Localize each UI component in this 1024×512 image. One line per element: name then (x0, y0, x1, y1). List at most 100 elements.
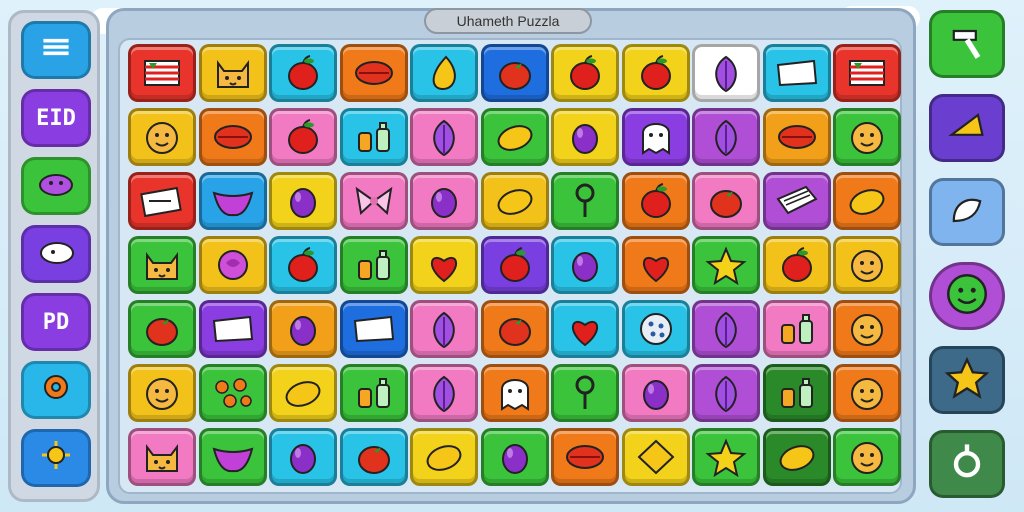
board-tile-face[interactable] (833, 300, 901, 358)
cheese-button[interactable] (929, 94, 1005, 162)
board-tile-tomato[interactable] (480, 300, 549, 358)
heart-icon (572, 320, 598, 347)
board-tile-feather[interactable] (692, 300, 760, 358)
leaf-icon (213, 125, 252, 149)
board-tile-leaf[interactable] (762, 108, 831, 166)
board-tile-apple[interactable] (269, 44, 337, 102)
board-tile-heart[interactable] (621, 236, 690, 294)
board-tile-plum[interactable] (551, 236, 619, 294)
settings-button[interactable] (21, 361, 91, 419)
board-tile-lemon[interactable] (833, 172, 901, 230)
ghost-button[interactable] (929, 178, 1005, 246)
board-tile-star[interactable] (692, 428, 760, 486)
board-tile-tomato[interactable] (692, 172, 760, 230)
board-tile-lemon[interactable] (269, 364, 337, 422)
board-tile-face[interactable] (833, 236, 901, 294)
board-tile-tomato[interactable] (128, 300, 196, 358)
board-tile-card[interactable] (128, 172, 196, 230)
board-tile-paper[interactable] (198, 300, 267, 358)
flag-icon (849, 60, 885, 86)
board-tile-apple[interactable] (269, 108, 337, 166)
board-tile-boat[interactable] (198, 172, 267, 230)
board-tile-feather[interactable] (410, 364, 478, 422)
board-tile-feather[interactable] (692, 108, 760, 166)
board-tile-key[interactable] (551, 172, 619, 230)
eid-button[interactable]: EID (21, 89, 91, 147)
board-tile-paper[interactable] (339, 300, 408, 358)
board-tile-key[interactable] (551, 364, 619, 422)
board-tile-plum[interactable] (621, 364, 690, 422)
board-tile-boat[interactable] (198, 428, 267, 486)
bottle-icon (780, 378, 813, 408)
board-tile-face[interactable] (128, 108, 196, 166)
board-tile-paper[interactable] (762, 44, 831, 102)
board-tile-star[interactable] (692, 236, 760, 294)
board-tile-plum[interactable] (269, 300, 337, 358)
board-tile-lemon[interactable] (480, 172, 549, 230)
board-tile-lemon[interactable] (480, 108, 549, 166)
board-tile-bottle[interactable] (339, 364, 408, 422)
board-tile-plum[interactable] (269, 428, 337, 486)
board-tile-bottle[interactable] (762, 364, 831, 422)
board-tile-bow[interactable] (339, 172, 408, 230)
sun-button[interactable] (21, 429, 91, 487)
board-tile-leaf[interactable] (339, 44, 408, 102)
key-icon (575, 375, 595, 409)
board-tile-feather[interactable] (692, 364, 760, 422)
lemon-icon (285, 381, 321, 407)
card-icon (140, 186, 182, 218)
board-tile-flag[interactable] (128, 44, 196, 102)
ring-icon (945, 440, 989, 488)
board-tile-lemon[interactable] (762, 428, 831, 486)
board-tile-rose[interactable] (198, 236, 267, 294)
board-tile-plum[interactable] (551, 108, 619, 166)
board-tile-heart[interactable] (551, 300, 619, 358)
board-tile-feather[interactable] (410, 108, 478, 166)
board-tile-flag[interactable] (833, 44, 901, 102)
pd-button-label: PD (42, 309, 70, 335)
board-tile-face[interactable] (833, 428, 901, 486)
board-tile-bottle[interactable] (762, 300, 831, 358)
board-tile-tomato[interactable] (339, 428, 408, 486)
board-tile-lemon[interactable] (410, 428, 478, 486)
board-tile-plum[interactable] (410, 172, 478, 230)
board-tile-cat[interactable] (198, 44, 267, 102)
menu-button[interactable] (21, 21, 91, 79)
board-tile-ghost[interactable] (621, 108, 690, 166)
board-tile-feather[interactable] (692, 44, 760, 102)
board-tile-dots[interactable] (621, 300, 690, 358)
board-tile-bottle[interactable] (339, 236, 408, 294)
board-tile-face[interactable] (128, 364, 196, 422)
board-tile-apple[interactable] (269, 236, 337, 294)
board-tile-drop[interactable] (410, 44, 478, 102)
pd-button[interactable]: PD (21, 293, 91, 351)
board-tile-apple[interactable] (621, 44, 690, 102)
ring-button[interactable] (929, 430, 1005, 498)
board-tile-face[interactable] (833, 108, 901, 166)
monster-button[interactable] (21, 157, 91, 215)
board-tile-leaf[interactable] (198, 108, 267, 166)
board-tile-leaf[interactable] (551, 428, 619, 486)
board-tile-apple[interactable] (551, 44, 619, 102)
board-tile-plum[interactable] (480, 428, 549, 486)
tool-button[interactable] (929, 10, 1005, 78)
board-tile-feather[interactable] (410, 300, 478, 358)
face-button[interactable] (929, 262, 1005, 330)
board-tile-apple[interactable] (762, 236, 831, 294)
board-tile-ghost[interactable] (480, 364, 549, 422)
lemon-icon (497, 125, 532, 151)
board-tile-bottle[interactable] (339, 108, 408, 166)
board-tile-cat[interactable] (128, 428, 196, 486)
board-tile-apple[interactable] (621, 172, 690, 230)
board-tile-cat[interactable] (128, 236, 196, 294)
board-tile-book[interactable] (762, 172, 831, 230)
board-tile-tomato[interactable] (480, 44, 549, 102)
board-tile-diamond[interactable] (621, 428, 690, 486)
board-tile-flowers[interactable] (198, 364, 267, 422)
board-tile-face[interactable] (833, 364, 901, 422)
board-tile-plum[interactable] (269, 172, 337, 230)
star-button[interactable] (929, 346, 1005, 414)
cloud-button[interactable] (21, 225, 91, 283)
board-tile-heart[interactable] (410, 236, 478, 294)
board-tile-apple[interactable] (480, 236, 549, 294)
